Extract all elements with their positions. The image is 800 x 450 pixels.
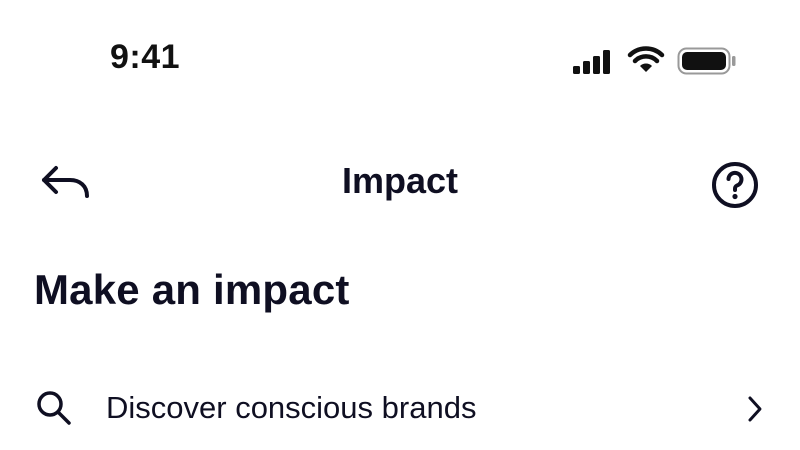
wifi-icon (627, 46, 665, 72)
chevron-right-icon (740, 392, 770, 426)
search-icon (34, 388, 74, 428)
help-button[interactable] (708, 158, 762, 212)
section-heading: Make an impact (34, 266, 350, 313)
page-title: Impact (341, 160, 459, 201)
status-icons (572, 44, 742, 78)
cellular-signal-icon (573, 50, 610, 74)
list-item-label: Discover conscious brands (106, 390, 477, 425)
status-bar: 9:41 (0, 0, 800, 110)
battery-icon (677, 47, 736, 75)
status-time: 9:41 (110, 38, 181, 76)
list-item-discover-brands[interactable]: Discover conscious brands (0, 372, 800, 444)
help-icon (712, 162, 758, 208)
nav-bar: Impact (0, 140, 800, 224)
